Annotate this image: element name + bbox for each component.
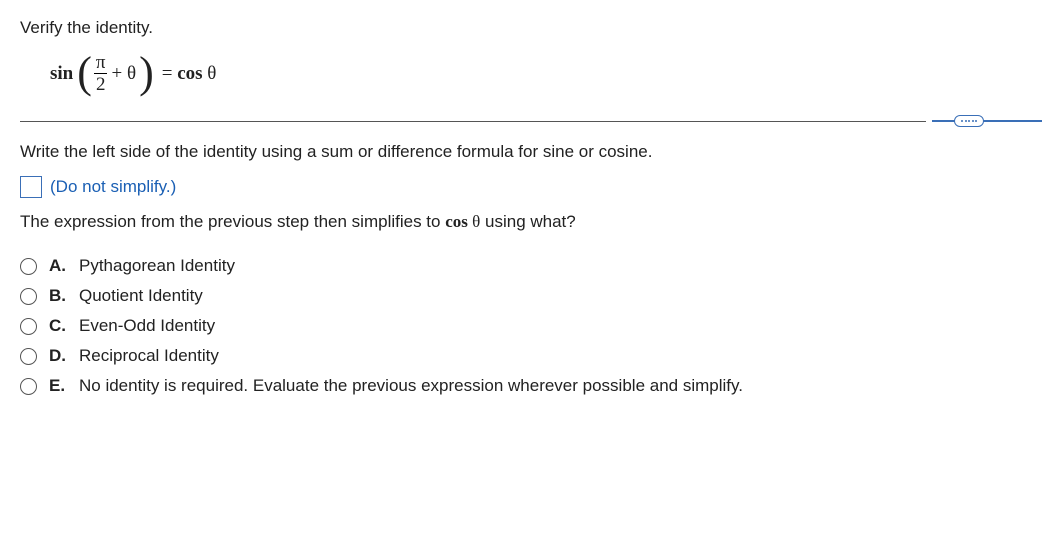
choice-a[interactable]: A. Pythagorean Identity: [20, 256, 1042, 276]
equation-rhs: = cos θ: [162, 63, 217, 85]
sin-label: sin: [50, 63, 73, 85]
section-divider: [20, 114, 1042, 128]
radio-a[interactable]: [20, 258, 37, 275]
choice-text: No identity is required. Evaluate the pr…: [79, 376, 743, 396]
plus-theta: + θ: [112, 63, 137, 85]
choice-label: B.: [49, 286, 69, 306]
numerator: π: [94, 53, 108, 73]
choice-text: Even-Odd Identity: [79, 316, 215, 336]
multiple-choice-group: A. Pythagorean Identity B. Quotient Iden…: [20, 256, 1042, 396]
slider-knob[interactable]: [954, 115, 984, 127]
radio-e[interactable]: [20, 378, 37, 395]
choice-e[interactable]: E. No identity is required. Evaluate the…: [20, 376, 1042, 396]
choice-label: E.: [49, 376, 69, 396]
divider-line: [20, 121, 926, 122]
identity-equation: sin ( π 2 + θ ) = cos θ: [50, 52, 1042, 96]
answer-input-row: (Do not simplify.): [20, 176, 1042, 198]
choice-text: Quotient Identity: [79, 286, 203, 306]
choice-b[interactable]: B. Quotient Identity: [20, 286, 1042, 306]
inline-theta: θ: [468, 212, 480, 231]
choice-label: A.: [49, 256, 69, 276]
step2-post: using what?: [480, 212, 575, 231]
step2-instruction: The expression from the previous step th…: [20, 212, 1042, 232]
left-paren: (: [77, 51, 92, 95]
choice-d[interactable]: D. Reciprocal Identity: [20, 346, 1042, 366]
choice-label: C.: [49, 316, 69, 336]
denominator: 2: [94, 73, 108, 94]
fraction-pi-over-2: π 2: [94, 53, 108, 94]
expression-input[interactable]: [20, 176, 42, 198]
choice-text: Reciprocal Identity: [79, 346, 219, 366]
step1-instruction: Write the left side of the identity usin…: [20, 142, 1042, 162]
hint-text: (Do not simplify.): [50, 177, 176, 197]
right-paren: ): [139, 51, 154, 95]
radio-d[interactable]: [20, 348, 37, 365]
theta-rhs: θ: [207, 63, 216, 84]
choice-label: D.: [49, 346, 69, 366]
prompt-text: Verify the identity.: [20, 18, 1042, 38]
choice-text: Pythagorean Identity: [79, 256, 235, 276]
equals-sign: =: [162, 63, 173, 84]
inline-cos: cos: [445, 212, 468, 231]
progress-slider[interactable]: [932, 114, 1042, 128]
cos-label: cos: [177, 63, 202, 84]
radio-c[interactable]: [20, 318, 37, 335]
choice-c[interactable]: C. Even-Odd Identity: [20, 316, 1042, 336]
radio-b[interactable]: [20, 288, 37, 305]
step2-pre: The expression from the previous step th…: [20, 212, 445, 231]
